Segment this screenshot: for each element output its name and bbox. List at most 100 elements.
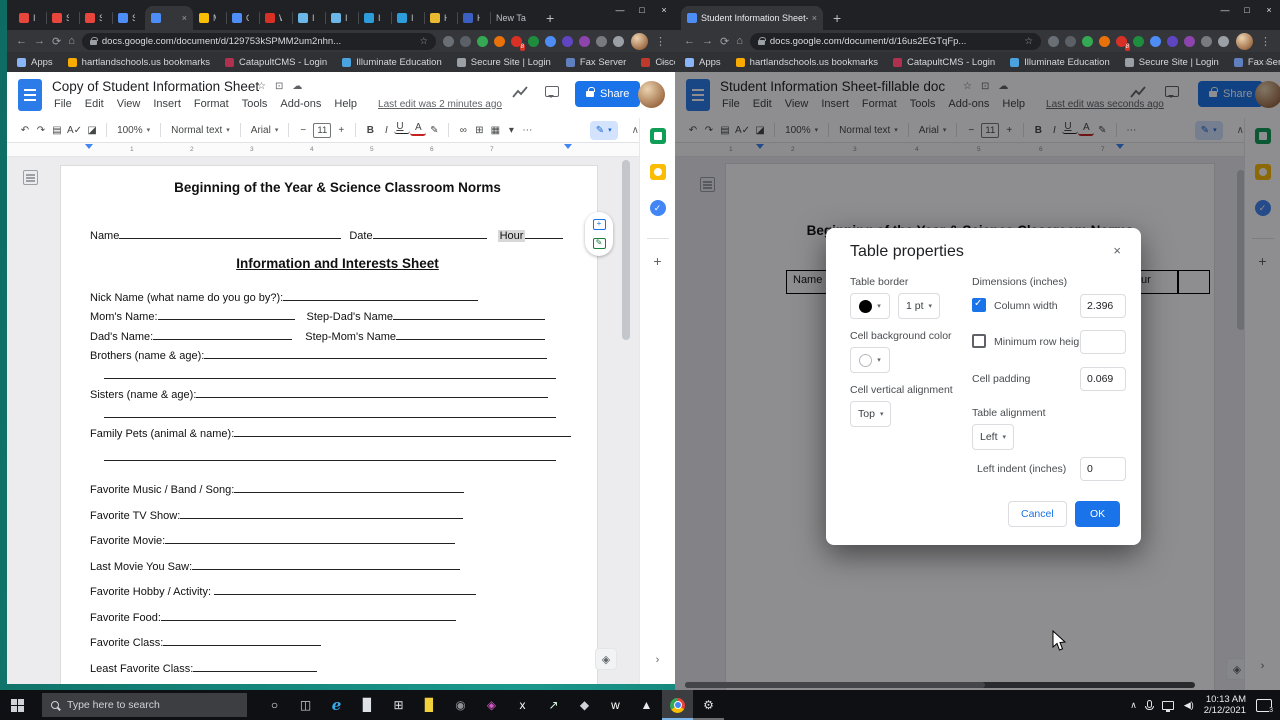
taskbar-app-icon[interactable]: ⊞	[383, 690, 414, 720]
taskbar-app-icon[interactable]: w	[600, 690, 631, 720]
document-title[interactable]: Copy of Student Information Sheet	[52, 79, 259, 94]
calendar-icon[interactable]	[649, 128, 666, 144]
insert-icon[interactable]: ▾	[503, 121, 519, 139]
address-field[interactable]: docs.google.com/document/d/129753kSPMM2u…	[81, 32, 436, 50]
tab-close-icon[interactable]: ×	[812, 13, 817, 23]
browser-tab[interactable]: M	[193, 6, 226, 30]
browser-tab[interactable]: New Ta	[490, 6, 536, 30]
document-page[interactable]: Beginning of the Year & Science Classroo…	[60, 165, 598, 684]
notification-center-icon[interactable]: 3	[1256, 698, 1273, 714]
ok-button[interactable]: OK	[1075, 501, 1121, 527]
insert-icon[interactable]: ⋯	[519, 121, 535, 139]
taskbar-app-icon[interactable]: ◫	[290, 690, 321, 720]
taskbar-search[interactable]: Type here to search	[42, 693, 247, 717]
extension-icon[interactable]	[1065, 35, 1076, 47]
menu-item[interactable]: Add-ons	[280, 98, 321, 110]
activity-dashboard-icon[interactable]	[512, 85, 528, 99]
taskbar-app-icon[interactable]: ⚙	[693, 690, 724, 720]
taskbar-app-icon[interactable]	[662, 690, 693, 720]
document-outline-icon[interactable]	[23, 170, 38, 185]
extension-icon[interactable]	[528, 35, 539, 47]
close-icon[interactable]: ×	[1113, 243, 1121, 258]
browser-tab[interactable]: ×	[145, 6, 193, 30]
bookmark[interactable]: hartlandschools.us bookmarks	[67, 57, 210, 68]
explore-button[interactable]: ◈	[595, 648, 617, 670]
browser-tab[interactable]: Student Information Sheet-fillabl ×	[681, 6, 823, 30]
bookmark-star-icon[interactable]: ☆	[1024, 36, 1033, 47]
toolbar-icon[interactable]: ◪	[84, 121, 100, 139]
border-color-dropdown[interactable]	[850, 293, 890, 319]
extension-icon[interactable]	[443, 35, 454, 47]
menu-item[interactable]: Format	[194, 98, 229, 110]
bookmark-star-icon[interactable]: ☆	[419, 36, 428, 47]
bookmarks-overflow-icon[interactable]: »	[660, 57, 665, 68]
profile-avatar[interactable]	[631, 32, 648, 50]
window-control-button[interactable]: —	[1214, 0, 1236, 20]
back-icon[interactable]: ←	[684, 35, 695, 47]
extension-icon[interactable]	[1082, 35, 1093, 47]
extension-icon[interactable]	[494, 35, 505, 47]
bookmark[interactable]: Apps	[17, 57, 53, 68]
insert-icon[interactable]: ▦	[487, 121, 503, 139]
toolbar-icon[interactable]: ▤	[49, 121, 65, 139]
menu-item[interactable]: View	[117, 98, 141, 110]
cancel-button[interactable]: Cancel	[1008, 501, 1067, 527]
hide-side-panel-icon[interactable]: ›	[656, 654, 660, 666]
new-tab-button[interactable]: +	[833, 10, 841, 26]
taskbar-app-icon[interactable]: ◉	[445, 690, 476, 720]
forward-icon[interactable]: →	[702, 35, 713, 47]
extension-icon[interactable]	[460, 35, 471, 47]
browser-tab[interactable]: Illu	[325, 6, 358, 30]
cell-padding-input[interactable]	[1080, 367, 1126, 391]
min-row-height-input[interactable]	[1080, 330, 1126, 354]
taskbar-app-icon[interactable]: ▲	[631, 690, 662, 720]
window-control-button[interactable]: □	[631, 0, 653, 20]
tab-close-icon[interactable]: ×	[182, 13, 187, 23]
extension-icon[interactable]: 8	[1116, 35, 1130, 51]
browser-tab[interactable]: Ha	[424, 6, 457, 30]
taskbar-app-icon[interactable]: x	[507, 690, 538, 720]
font-size-increase[interactable]: +	[333, 121, 349, 139]
extension-icon[interactable]	[1133, 35, 1144, 47]
bookmark[interactable]: hartlandschools.us bookmarks	[735, 57, 878, 68]
account-avatar[interactable]	[638, 81, 665, 108]
bookmarks-overflow-icon[interactable]: »	[1265, 57, 1270, 68]
bookmark[interactable]: Apps	[685, 57, 721, 68]
toolbar-icon[interactable]: ↶	[17, 121, 33, 139]
taskbar-app-icon[interactable]: ○	[259, 690, 290, 720]
taskbar-app-icon[interactable]: ▉	[414, 690, 445, 720]
bookmark[interactable]: CatapultCMS - Login	[892, 57, 995, 68]
keep-icon[interactable]	[649, 164, 666, 180]
browser-tab[interactable]: Go	[226, 6, 259, 30]
bookmark[interactable]: Illuminate Education	[342, 57, 442, 68]
menu-item[interactable]: Insert	[153, 98, 181, 110]
share-button[interactable]: Share	[575, 81, 641, 107]
right-margin-marker[interactable]	[564, 144, 572, 149]
paragraph-style-select[interactable]: Normal text	[167, 121, 234, 139]
reload-icon[interactable]: ⟳	[720, 35, 729, 48]
format-icon[interactable]: B	[362, 121, 378, 139]
taskbar-app-icon[interactable]: e	[321, 690, 352, 720]
home-icon[interactable]: ⌂	[736, 35, 743, 47]
format-icon[interactable]: I	[378, 121, 394, 139]
window-control-button[interactable]: ×	[653, 0, 675, 20]
profile-avatar[interactable]	[1236, 32, 1253, 50]
bookmark[interactable]: Secure Site | Login	[456, 57, 551, 68]
new-tab-button[interactable]: +	[546, 10, 554, 26]
network-icon[interactable]	[1161, 700, 1174, 712]
zoom-select[interactable]: 100%	[113, 121, 154, 139]
column-width-input[interactable]	[1080, 294, 1126, 318]
extension-icon[interactable]	[1099, 35, 1110, 47]
table-alignment-dropdown[interactable]: Left	[972, 424, 1015, 450]
taskbar-app-icon[interactable]: ◈	[476, 690, 507, 720]
menu-item[interactable]: Edit	[85, 98, 104, 110]
microphone-icon[interactable]	[1144, 699, 1154, 710]
taskbar-clock[interactable]: 10:13 AM 2/12/2021	[1204, 694, 1246, 716]
menu-item[interactable]: Tools	[242, 98, 268, 110]
format-icon[interactable]: U	[394, 121, 411, 134]
min-row-height-checkbox[interactable]	[972, 334, 986, 348]
extension-icon[interactable]	[477, 35, 488, 47]
collapse-toolbar-icon[interactable]: ∧	[632, 125, 639, 136]
extension-icon[interactable]	[579, 35, 590, 47]
browser-tab[interactable]: Illu	[391, 6, 424, 30]
